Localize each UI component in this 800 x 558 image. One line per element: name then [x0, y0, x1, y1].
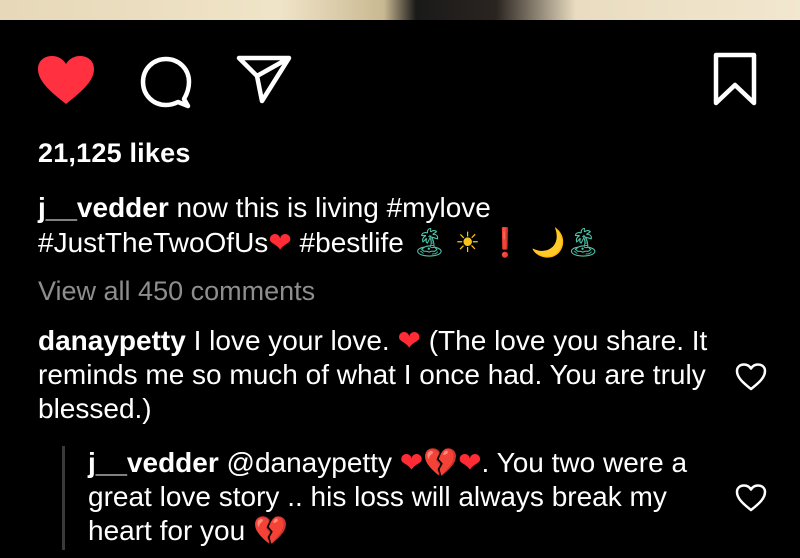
heart-outline-icon[interactable]: [734, 362, 768, 397]
comment-username[interactable]: danaypetty: [38, 325, 186, 356]
post-photo[interactable]: [0, 0, 800, 20]
post-caption: j__vedder now this is living #mylove #Ju…: [38, 190, 728, 260]
heart-emoji: ❤: [399, 446, 424, 479]
comment-text: I love your love.: [185, 325, 398, 356]
heart-emoji-2: ❤: [458, 446, 482, 479]
reply-thread-line: [62, 446, 65, 550]
broken-heart-emoji-2: 💔: [252, 514, 288, 547]
island-emoji: 🏝: [411, 226, 448, 259]
heart-emoji: ❤: [268, 226, 292, 259]
island-emoji-2: 🏝: [565, 226, 601, 259]
heart-filled-icon[interactable]: [36, 54, 96, 106]
exclamation-emoji: ❗: [487, 226, 523, 259]
moon-emoji: 🌙: [530, 226, 566, 259]
caption-hashtag-bestlife[interactable]: #bestlife: [292, 227, 412, 258]
caption-hashtag[interactable]: #JustTheTwoOfUs: [38, 227, 268, 258]
comment: danaypetty I love your love. ❤ (The love…: [38, 324, 708, 426]
reply-username[interactable]: j__vedder: [88, 447, 219, 478]
heart-outline-icon[interactable]: [734, 483, 768, 518]
heart-emoji: ❤: [397, 324, 421, 357]
caption-username[interactable]: j__vedder: [38, 192, 169, 223]
sun-emoji: ☀: [454, 226, 481, 259]
action-bar: [0, 48, 800, 110]
caption-text: now this is living #mylove: [168, 192, 491, 223]
reply-comment: j__vedder @danaypetty ❤💔❤. You two were …: [88, 446, 708, 548]
likes-count[interactable]: 21,125 likes: [38, 138, 191, 169]
reply-mention[interactable]: @danaypetty: [219, 447, 400, 478]
view-all-comments-link[interactable]: View all 450 comments: [38, 276, 315, 307]
paper-plane-icon[interactable]: [236, 54, 292, 104]
comment-bubble-icon[interactable]: [138, 54, 194, 110]
broken-heart-emoji: 💔: [423, 446, 459, 479]
bookmark-icon[interactable]: [712, 52, 758, 106]
